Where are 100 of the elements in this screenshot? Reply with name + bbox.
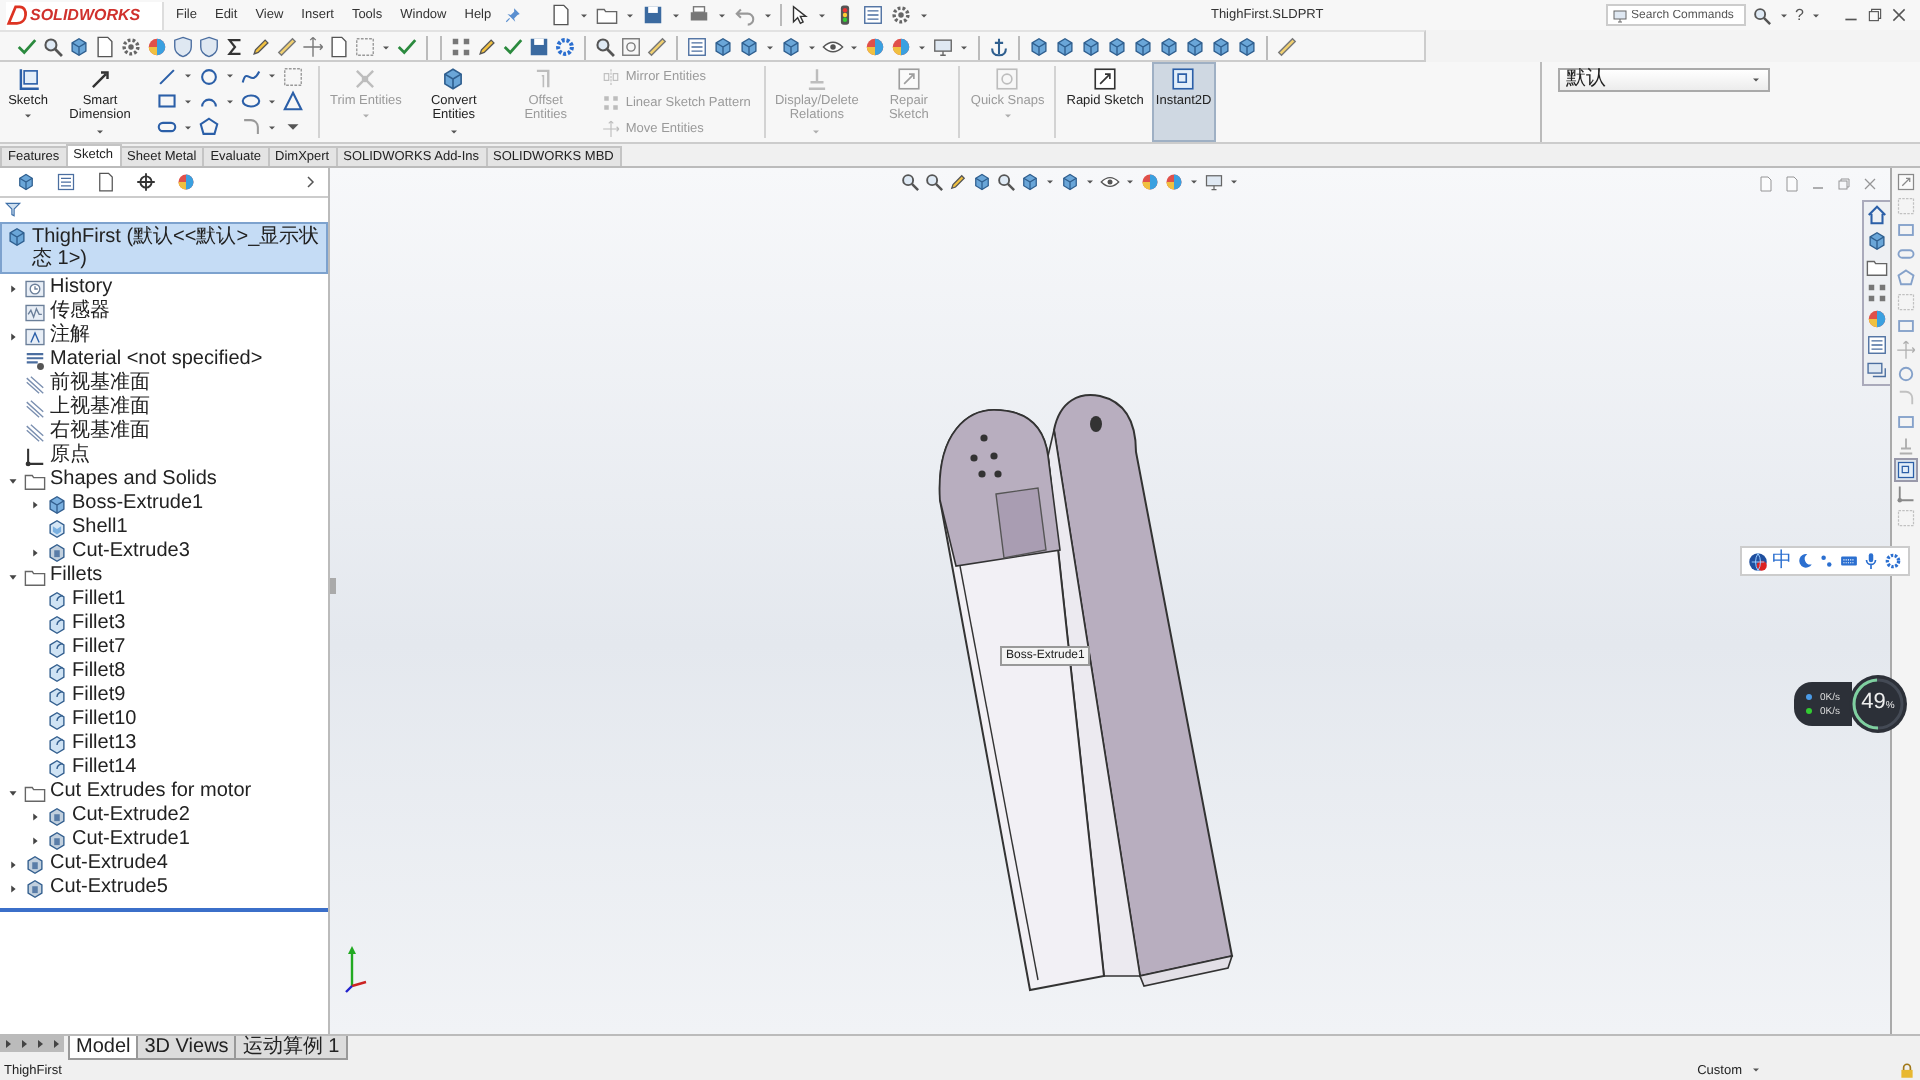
cube-icon[interactable] (738, 36, 760, 58)
caret-icon[interactable] (1810, 9, 1822, 21)
expander-icon[interactable] (6, 473, 20, 487)
configuration-dropdown[interactable]: 默认 (1558, 68, 1770, 92)
caret-icon[interactable] (958, 41, 970, 53)
line-icon[interactable] (156, 65, 178, 88)
cube-icon[interactable] (1866, 230, 1888, 252)
save-icon[interactable] (528, 36, 550, 58)
caret-icon[interactable] (1228, 176, 1240, 188)
moon-icon[interactable] (1796, 552, 1814, 570)
shield-icon[interactable] (198, 36, 220, 58)
color-wheel-icon[interactable] (890, 36, 912, 58)
cube-icon[interactable] (16, 172, 36, 192)
expander-icon[interactable] (6, 329, 20, 343)
tree-item[interactable]: Fillet3 (0, 612, 328, 636)
caret-icon[interactable] (623, 9, 636, 21)
filter-icon[interactable] (4, 200, 22, 218)
check-icon[interactable] (502, 36, 524, 58)
document-icon[interactable] (549, 4, 572, 26)
tree-item[interactable]: Cut-Extrude5 (0, 876, 328, 900)
circle-icon[interactable] (198, 65, 220, 88)
tile-icon[interactable] (1784, 176, 1800, 192)
expander-icon[interactable] (6, 881, 20, 895)
shield-icon[interactable] (172, 36, 194, 58)
expander-icon[interactable] (28, 833, 42, 847)
cube-icon[interactable] (1054, 36, 1076, 58)
cube-icon[interactable] (1060, 172, 1080, 192)
move-icon[interactable] (302, 36, 324, 58)
magnifier-icon[interactable] (924, 172, 944, 192)
keyboard-icon[interactable] (1840, 552, 1858, 570)
cube-icon[interactable] (1106, 36, 1128, 58)
gear-icon[interactable] (889, 4, 912, 26)
undo-icon[interactable] (733, 4, 756, 26)
anchor-icon[interactable] (988, 36, 1010, 58)
list-icon[interactable] (861, 4, 884, 26)
check-icon[interactable] (396, 36, 418, 58)
ruler-icon[interactable] (1276, 36, 1298, 58)
eye-icon[interactable] (822, 36, 844, 58)
splitter-handle[interactable] (330, 578, 336, 594)
expander-icon[interactable] (28, 809, 42, 823)
caret-icon[interactable] (715, 9, 728, 21)
color-wheel-icon[interactable] (1866, 308, 1888, 330)
expander-icon[interactable] (6, 857, 20, 871)
crosshair-icon[interactable] (136, 172, 156, 192)
tree-item[interactable]: Fillets (0, 564, 328, 588)
triangle-icon[interactable] (282, 90, 304, 113)
microphone-icon[interactable] (1862, 552, 1880, 570)
pencil-icon[interactable] (476, 36, 498, 58)
origin-icon[interactable] (1896, 484, 1916, 504)
color-wheel-icon[interactable] (864, 36, 886, 58)
check-icon[interactable] (16, 36, 38, 58)
tree-item[interactable]: Material <not specified> (0, 348, 328, 372)
list-icon[interactable] (686, 36, 708, 58)
ruler-icon[interactable] (276, 36, 298, 58)
caret-icon[interactable] (380, 41, 392, 53)
dots-icon[interactable] (1818, 552, 1836, 570)
pattern-icon[interactable] (450, 36, 472, 58)
caret-icon[interactable] (1044, 176, 1056, 188)
cube-icon[interactable] (1236, 36, 1258, 58)
tree-item[interactable]: ThighFirst (默认<<默认>_显示状态 1>) (0, 222, 328, 274)
settings-icon[interactable] (554, 36, 576, 58)
ellipse-icon[interactable] (240, 90, 262, 113)
cube-icon[interactable] (1020, 172, 1040, 192)
caret-icon[interactable] (669, 9, 682, 21)
document-icon[interactable] (328, 36, 350, 58)
caret-icon[interactable] (815, 9, 828, 21)
expander-icon[interactable] (6, 785, 20, 799)
folder-icon[interactable] (595, 4, 618, 26)
tree-item[interactable]: History (0, 276, 328, 300)
caret-icon[interactable] (1750, 1064, 1762, 1076)
tree-item[interactable]: 原点 (0, 444, 328, 468)
monitor-icon[interactable] (932, 36, 954, 58)
tree-item[interactable]: Fillet7 (0, 636, 328, 660)
cube-icon[interactable] (1184, 36, 1206, 58)
document-icon[interactable] (96, 172, 116, 192)
tree-item[interactable]: Cut-Extrude4 (0, 852, 328, 876)
tree-item[interactable]: Shapes and Solids (0, 468, 328, 492)
caret-icon[interactable] (761, 9, 774, 21)
color-wheel-icon[interactable] (1140, 172, 1160, 192)
expander-icon[interactable] (28, 545, 42, 559)
restore-icon[interactable] (1866, 6, 1884, 24)
sigma-icon[interactable] (224, 36, 246, 58)
pattern-icon[interactable] (1866, 282, 1888, 304)
gear-icon[interactable] (120, 36, 142, 58)
expander-icon[interactable] (6, 281, 20, 295)
caret-icon[interactable] (916, 41, 928, 53)
chevron-right-icon[interactable] (302, 174, 318, 190)
magnifier-icon[interactable] (594, 36, 616, 58)
cube-icon[interactable] (972, 172, 992, 192)
cube-icon[interactable] (712, 36, 734, 58)
tree-item[interactable]: Fillet9 (0, 684, 328, 708)
close-icon[interactable] (1890, 6, 1908, 24)
globe-logo-icon[interactable] (1748, 551, 1768, 571)
bottom-tab[interactable]: 运动算例 1 (234, 1036, 348, 1060)
tree-item[interactable]: Fillet1 (0, 588, 328, 612)
tree-item[interactable]: Cut Extrudes for motor (0, 780, 328, 804)
caret-icon[interactable] (1124, 176, 1136, 188)
input-mode-button[interactable]: 中 (1772, 551, 1792, 571)
monitor-icon[interactable] (1204, 172, 1224, 192)
padlock-icon[interactable] (1898, 1061, 1916, 1079)
